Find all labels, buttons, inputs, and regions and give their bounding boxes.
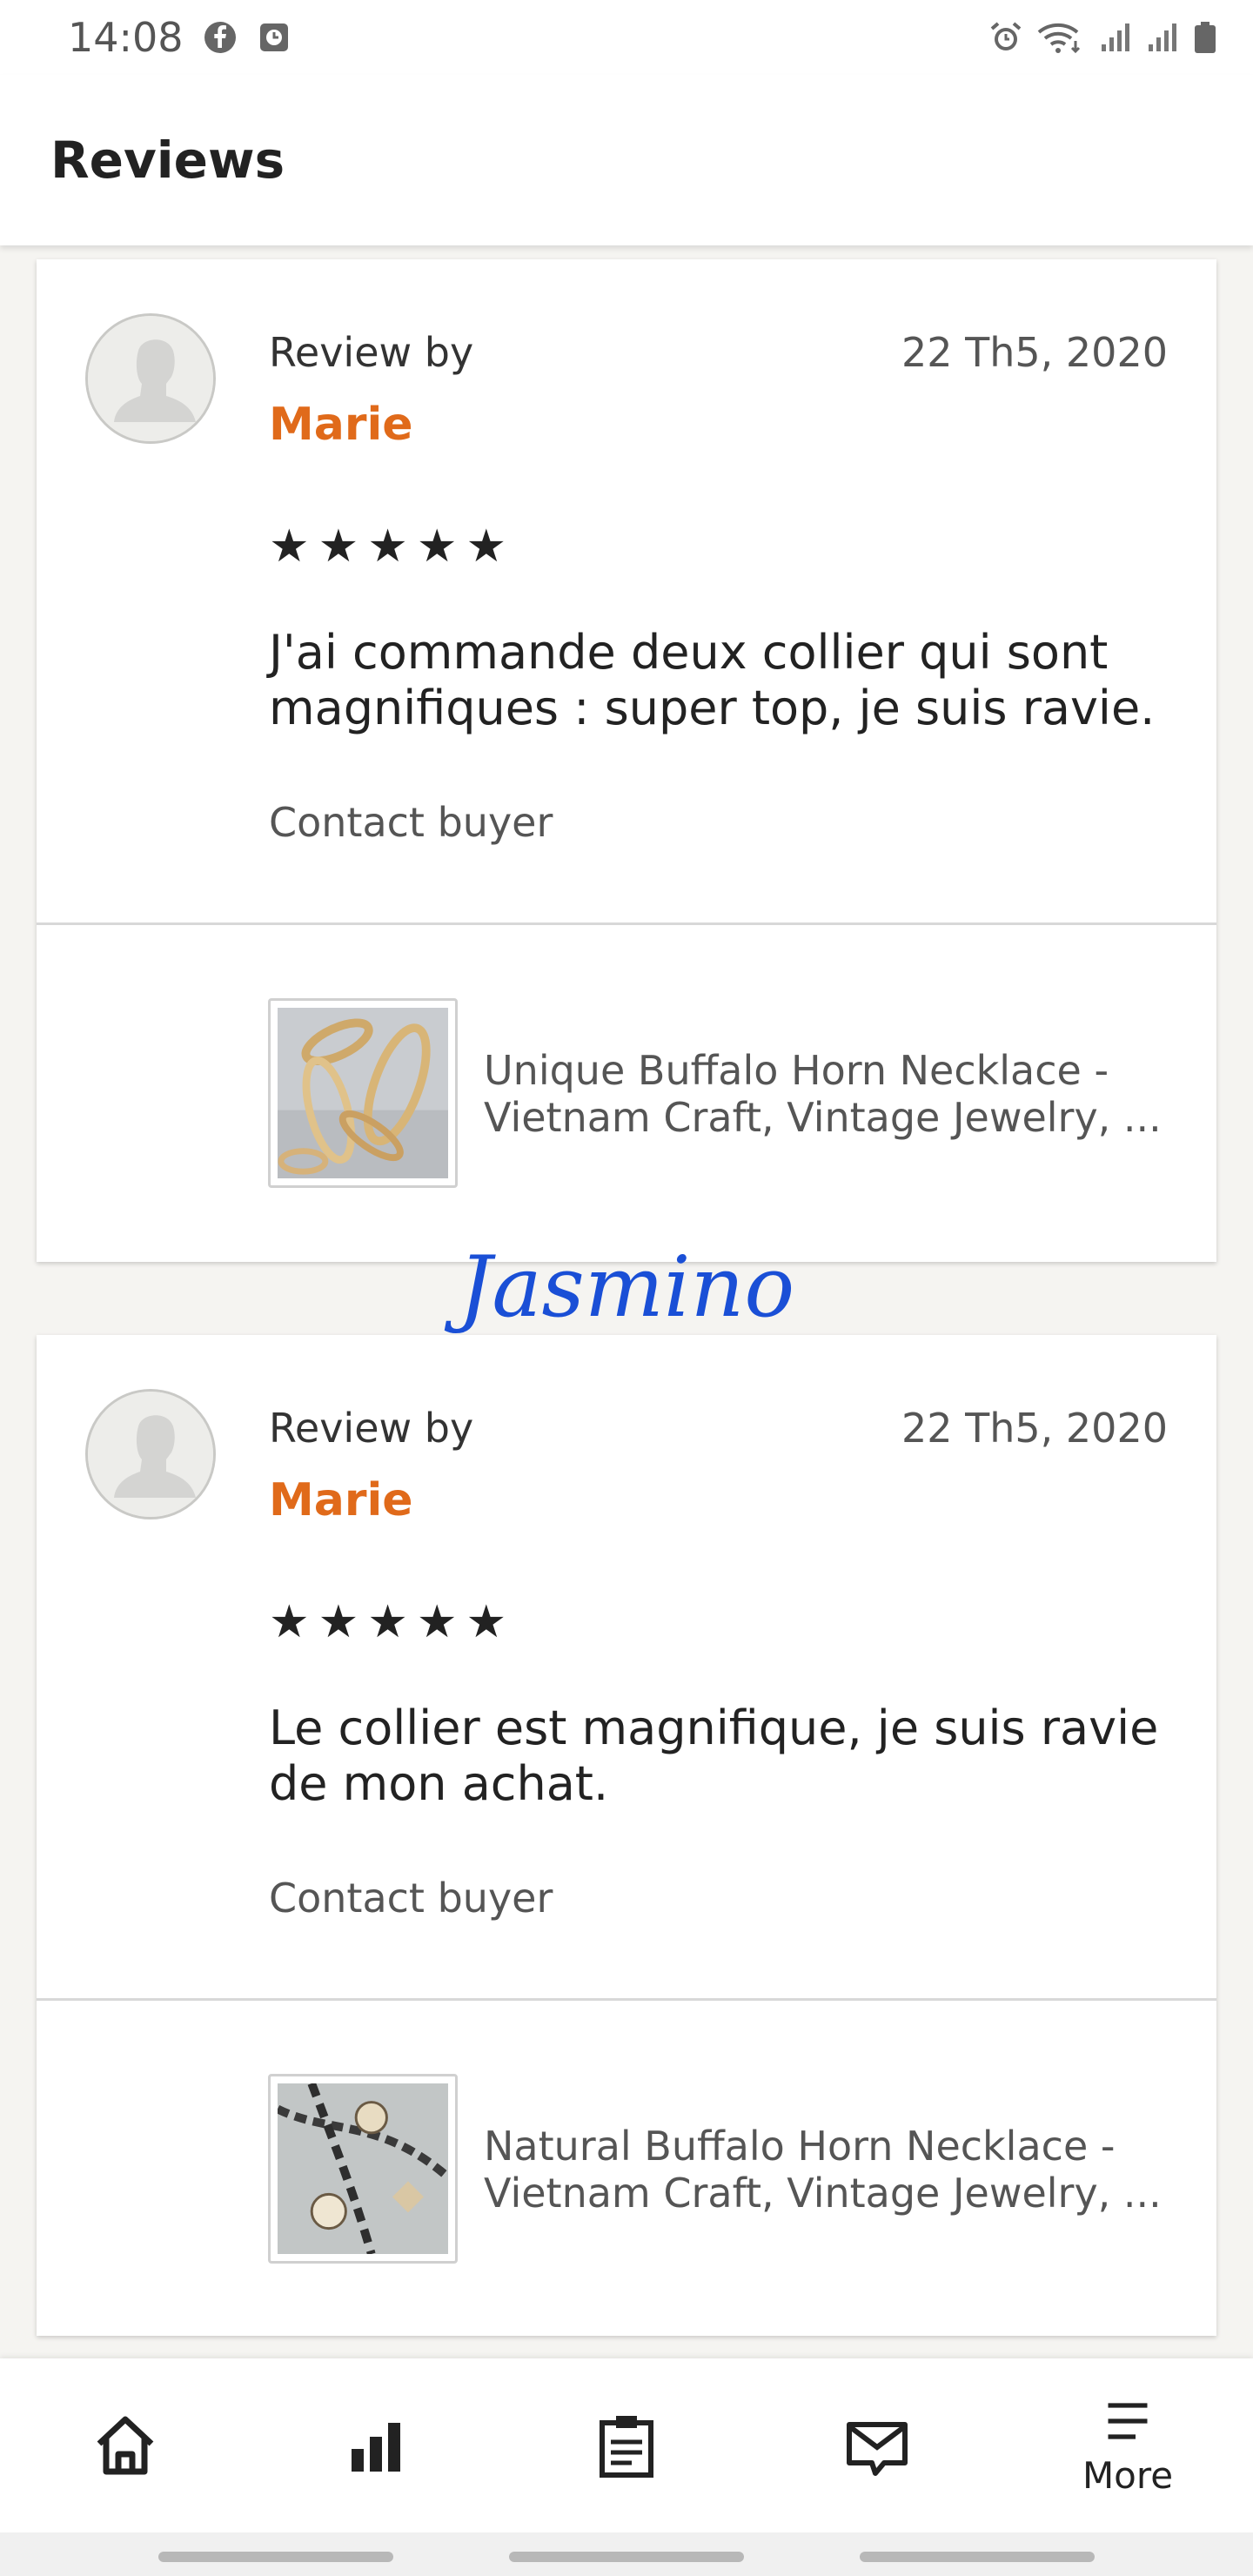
nav-orders[interactable] — [539, 2358, 714, 2532]
review-by-label: Review by — [269, 329, 474, 376]
product-thumbnail[interactable] — [268, 998, 458, 1188]
gesture-bar — [0, 2532, 1253, 2576]
contact-buyer-button[interactable]: Contact buyer — [269, 1875, 553, 1922]
avatar[interactable] — [85, 313, 216, 444]
necklace-image — [278, 2083, 448, 2254]
user-silhouette-icon — [88, 1392, 213, 1517]
stats-icon — [352, 2423, 400, 2472]
nav-messages[interactable] — [790, 2358, 964, 2532]
nav-more[interactable]: More — [1041, 2358, 1215, 2532]
facebook-icon — [203, 20, 238, 55]
product-row[interactable]: Unique Buffalo Horn Necklace - Vietnam C… — [37, 925, 1216, 1262]
product-thumbnail[interactable] — [268, 2074, 458, 2264]
product-title-link[interactable]: Unique Buffalo Horn Necklace - Vietnam C… — [484, 1047, 1180, 1141]
review-text: Le collier est magnifique, je suis ravie… — [269, 1701, 1159, 1811]
review-by-label: Review by — [269, 1405, 474, 1452]
status-time: 14:08 — [68, 14, 184, 61]
reviewer-name-link[interactable]: Marie — [269, 399, 413, 451]
reviewer-name-link[interactable]: Marie — [269, 1474, 413, 1526]
app-header: Reviews — [0, 75, 1253, 245]
review-card: Review by Marie 22 Th5, 2020 ★★★★★ J'ai … — [37, 259, 1216, 1262]
star-rating: ★★★★★ — [269, 520, 516, 573]
battery-icon — [1192, 20, 1218, 55]
signal-icon — [1098, 20, 1133, 55]
gesture-pill[interactable] — [509, 2552, 744, 2562]
product-title-link[interactable]: Natural Buffalo Horn Necklace - Vietnam … — [484, 2123, 1180, 2217]
nav-stats[interactable] — [289, 2358, 463, 2532]
review-card: Review by Marie 22 Th5, 2020 ★★★★★ Le co… — [37, 1335, 1216, 2336]
home-icon — [97, 2416, 154, 2475]
jasmino-watermark: Jasmino — [444, 1236, 809, 1340]
product-row[interactable]: Natural Buffalo Horn Necklace - Vietnam … — [37, 2001, 1216, 2338]
bottom-nav: More — [0, 2358, 1253, 2532]
clock-app-icon — [257, 20, 291, 55]
nav-home[interactable] — [38, 2358, 212, 2532]
signal-icon — [1145, 20, 1180, 55]
menu-icon — [1108, 2402, 1148, 2439]
gesture-pill[interactable] — [860, 2552, 1095, 2562]
review-date: 22 Th5, 2020 — [901, 1405, 1168, 1452]
contact-buyer-button[interactable]: Contact buyer — [269, 799, 553, 846]
page-title: Reviews — [50, 131, 285, 190]
watermark-text: Jasmino — [444, 1238, 794, 1336]
alarm-icon — [988, 20, 1023, 55]
review-text: J'ai commande deux collier qui sont magn… — [269, 625, 1156, 735]
status-bar: 14:08 — [0, 0, 1253, 75]
user-silhouette-icon — [88, 316, 213, 441]
gesture-pill[interactable] — [158, 2552, 393, 2562]
nav-more-label: More — [1082, 2453, 1174, 2497]
avatar[interactable] — [85, 1389, 216, 1519]
review-date: 22 Th5, 2020 — [901, 329, 1168, 376]
messages-icon — [847, 2422, 908, 2476]
star-rating: ★★★★★ — [269, 1596, 516, 1648]
necklace-image — [278, 1008, 448, 1178]
wifi-icon — [1035, 20, 1086, 55]
orders-icon — [600, 2416, 653, 2478]
